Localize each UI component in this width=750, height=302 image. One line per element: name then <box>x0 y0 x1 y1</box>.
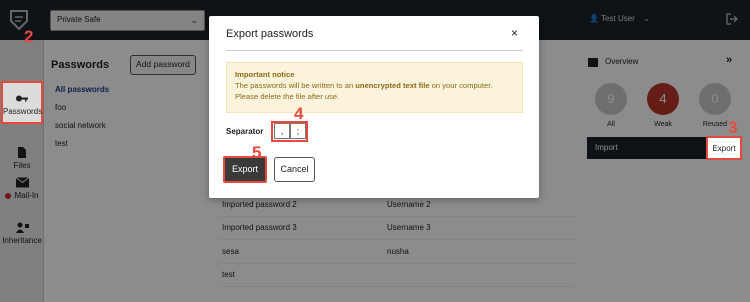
step-marker: 5 <box>252 143 262 162</box>
export-button-highlight[interactable]: Export <box>706 136 742 160</box>
separator-label: Separator <box>226 127 264 136</box>
step-marker: 4 <box>294 104 304 123</box>
separator-semicolon[interactable]: ; <box>290 123 306 139</box>
key-icon <box>16 95 28 102</box>
close-icon[interactable]: × <box>511 26 518 40</box>
notice-title: Important notice <box>235 70 295 79</box>
notice-text-end: on your computer. <box>429 81 493 90</box>
notice-text-2: Please delete the file after use. <box>235 92 340 101</box>
notice-bold: unencrypted text file <box>355 81 430 90</box>
step-marker: 3 <box>728 118 738 137</box>
notice-text: The passwords will be written to an <box>235 81 356 90</box>
separator-comma[interactable]: , <box>274 123 290 139</box>
sidebar-item-passwords-highlight[interactable]: Passwords <box>1 81 43 124</box>
divider <box>226 50 523 51</box>
export-passwords-dialog: Export passwords × Important notice The … <box>209 16 539 198</box>
important-notice: Important notice The passwords will be w… <box>226 62 523 113</box>
step-marker: 2 <box>24 27 34 46</box>
cancel-button[interactable]: Cancel <box>274 157 315 182</box>
sidebar-item-label: Passwords <box>3 107 43 116</box>
dialog-title: Export passwords <box>226 28 314 40</box>
